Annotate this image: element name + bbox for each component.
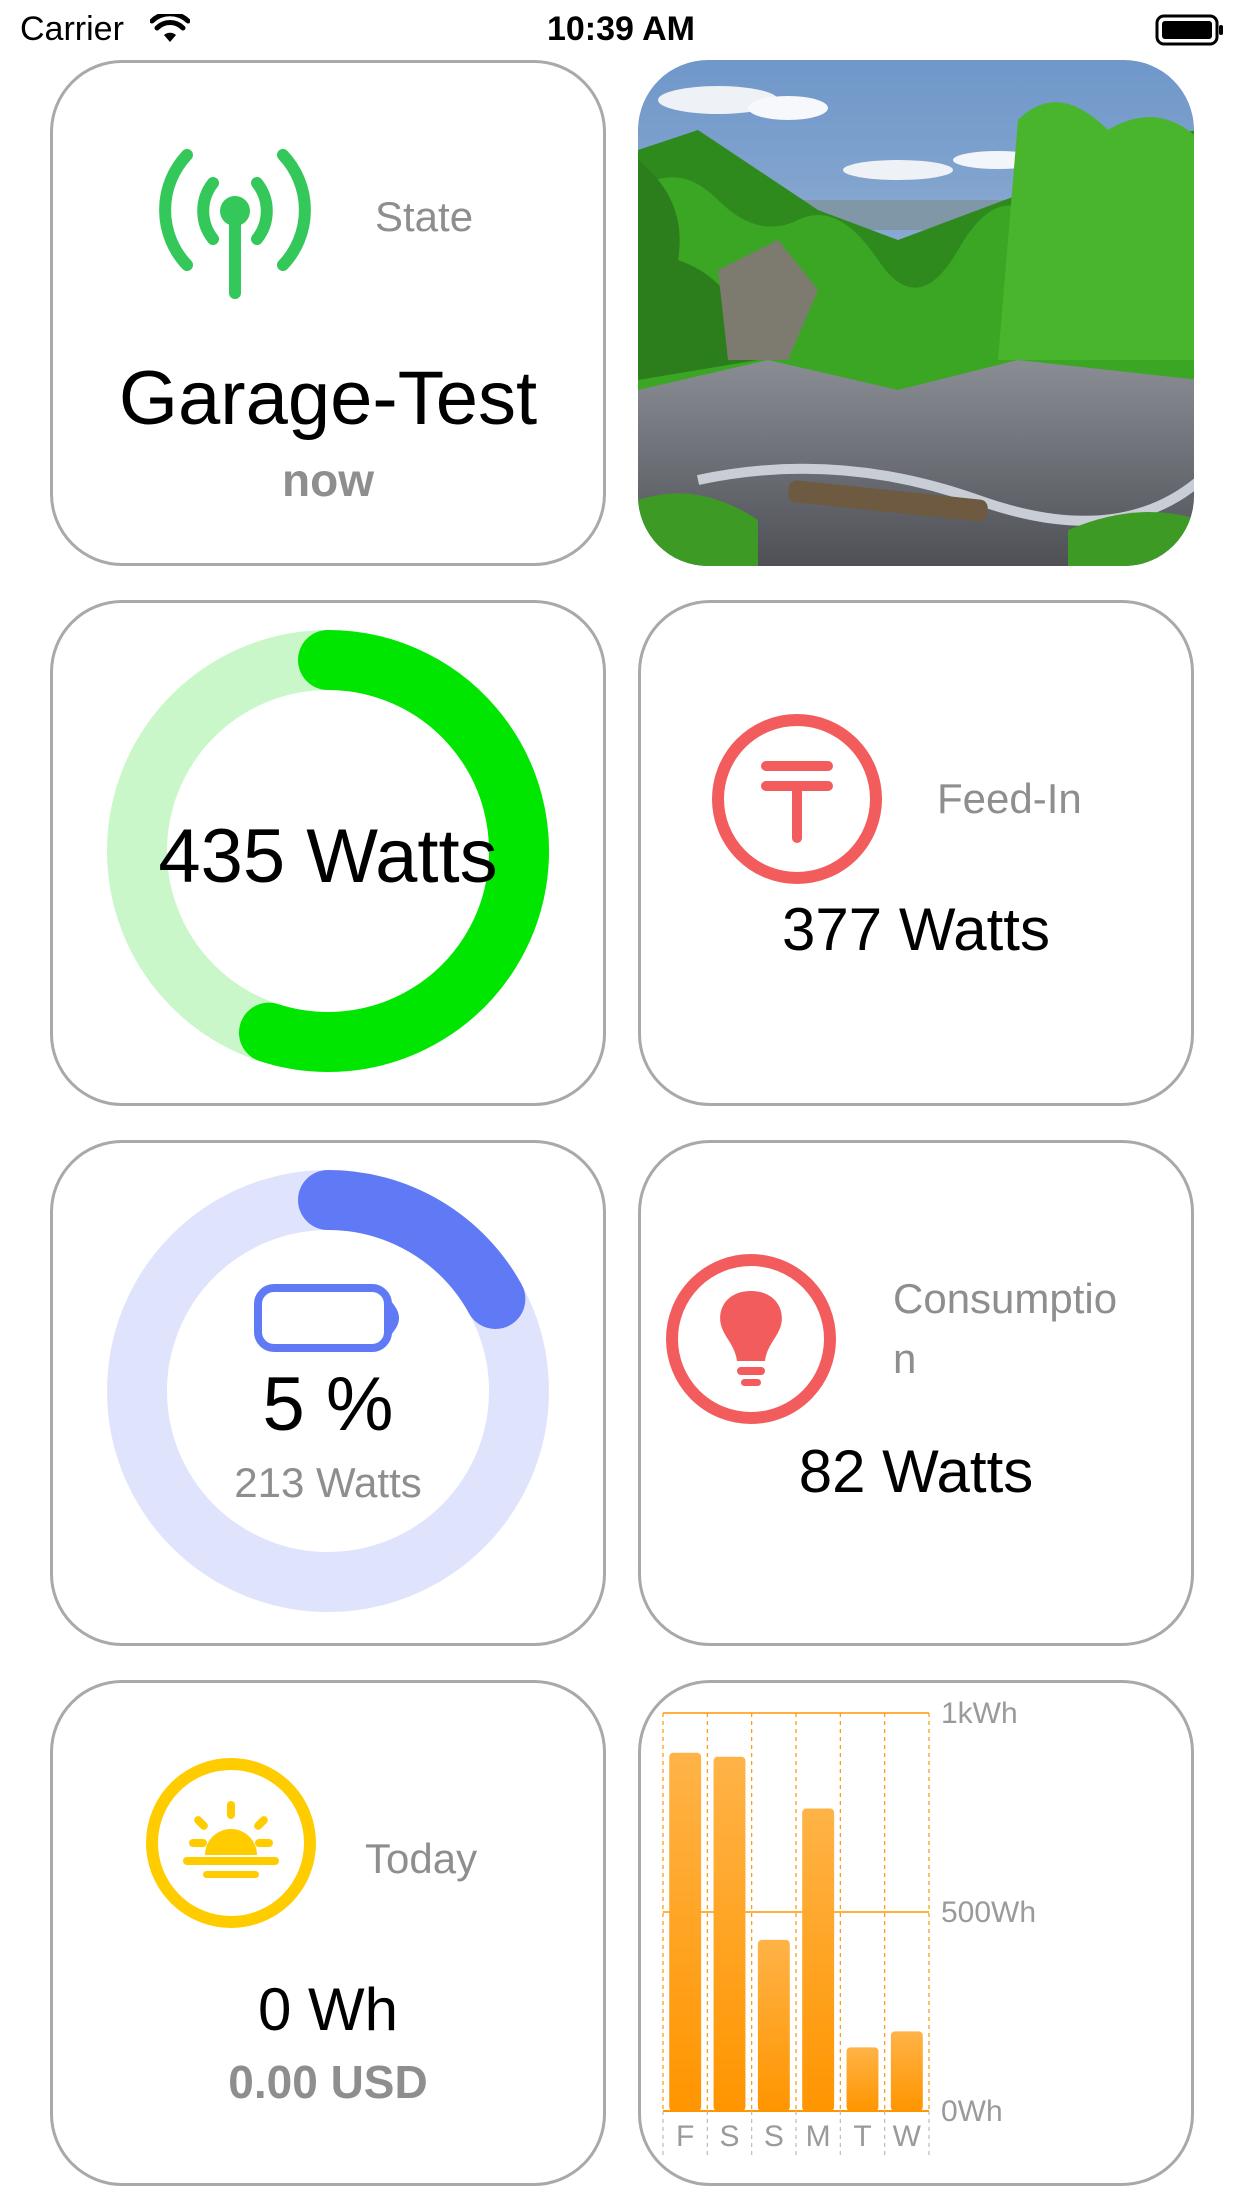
chart-x-tick-label: T bbox=[853, 2120, 871, 2153]
chart-bar[interactable] bbox=[890, 2031, 923, 2111]
chart-x-tick-label: S bbox=[719, 2120, 739, 2153]
battery-percent: 5 % bbox=[262, 1362, 394, 1447]
today-card[interactable]: Today 0 Wh 0.00 USD bbox=[50, 1680, 606, 2186]
sunrise-icon bbox=[146, 1758, 316, 1928]
consumption-label-line1: Consumptio bbox=[893, 1275, 1118, 1322]
consumption-label-line2: n bbox=[893, 1335, 917, 1382]
production-value: 435 Watts bbox=[158, 814, 498, 899]
lightbulb-icon bbox=[666, 1254, 836, 1424]
device-name: Garage-Test bbox=[118, 356, 538, 441]
chart-bar[interactable] bbox=[669, 1752, 702, 2111]
today-label: Today bbox=[365, 1835, 478, 1882]
today-energy: 0 Wh bbox=[257, 1976, 399, 2043]
battery-icon bbox=[254, 1284, 399, 1352]
status-bar: Carrier 10:39 AM bbox=[0, 0, 1242, 60]
battery-status-icon bbox=[1155, 14, 1223, 46]
chart-x-tick-label: M bbox=[806, 2120, 831, 2153]
feed-in-value: 377 Watts bbox=[782, 896, 1050, 963]
chart-y-tick-label: 1kWh bbox=[941, 1697, 1018, 1730]
battery-card[interactable]: 5 % 213 Watts bbox=[50, 1140, 606, 1646]
chart-x-tick-label: F bbox=[676, 2120, 694, 2153]
chart-bar[interactable] bbox=[713, 1756, 746, 2111]
grid-tower-icon bbox=[712, 714, 882, 884]
feed-in-card[interactable]: Feed-In 377 Watts bbox=[638, 600, 1194, 1106]
battery-watts: 213 Watts bbox=[234, 1459, 422, 1506]
antenna-signal-icon bbox=[159, 149, 311, 299]
consumption-value: 82 Watts bbox=[798, 1438, 1034, 1505]
feed-in-label: Feed-In bbox=[937, 775, 1082, 822]
consumption-card[interactable]: Consumptio n 82 Watts bbox=[638, 1140, 1194, 1646]
landscape-image bbox=[638, 60, 1194, 566]
chart-x-tick-label: S bbox=[764, 2120, 784, 2153]
history-bar-chart: FSSMTW 1kWh500Wh0Wh bbox=[662, 1697, 1036, 2155]
state-card[interactable]: State Garage-Test now bbox=[50, 60, 606, 566]
today-money: 0.00 USD bbox=[228, 2056, 428, 2108]
state-label: State bbox=[375, 193, 474, 240]
chart-bar[interactable] bbox=[757, 1939, 790, 2111]
updated-time: now bbox=[282, 454, 374, 506]
history-chart-card[interactable]: FSSMTW 1kWh 500Wh 0Wh bbox=[638, 1680, 1194, 2186]
chart-bar[interactable] bbox=[802, 1808, 835, 2111]
production-card[interactable]: 435 Watts bbox=[50, 600, 606, 1106]
chart-y-tick-label: 0Wh bbox=[941, 2095, 1003, 2128]
status-clock: 10:39 AM bbox=[546, 10, 696, 48]
chart-bar[interactable] bbox=[846, 2047, 879, 2111]
chart-y-tick-label: 500Wh bbox=[941, 1896, 1036, 1929]
chart-x-tick-label: W bbox=[893, 2120, 922, 2153]
landscape-photo[interactable] bbox=[638, 60, 1194, 566]
